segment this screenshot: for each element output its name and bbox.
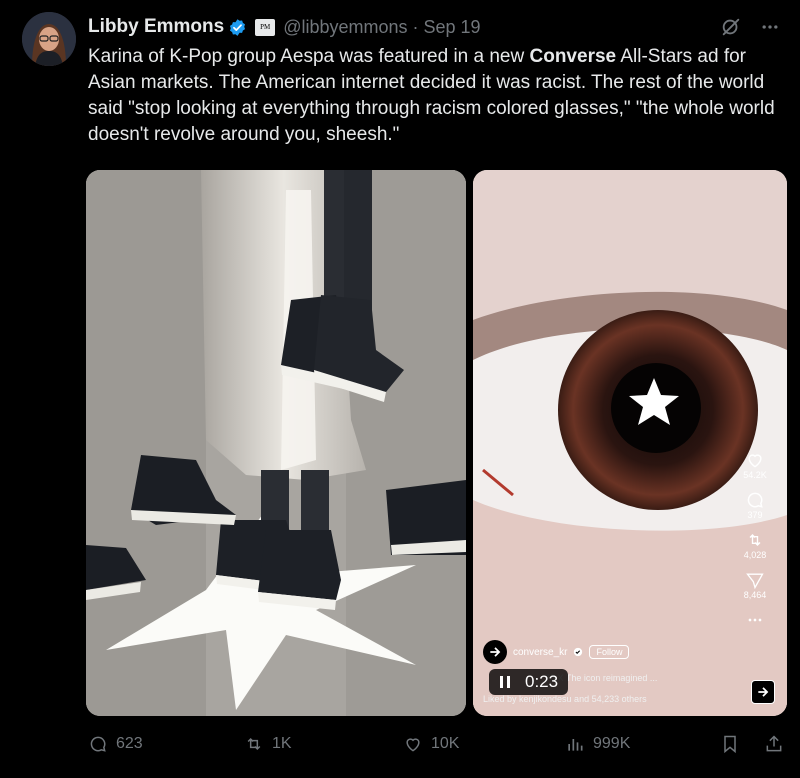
video-liked-by: Liked by kenjikondesu and 54,233 others <box>483 694 647 704</box>
verified-badge-icon <box>230 18 246 36</box>
eye-video-frame <box>473 170 787 716</box>
repost-button[interactable]: 1K <box>244 734 292 754</box>
tweet-text-part: Karina of K-Pop group Aespa was featured… <box>88 46 530 67</box>
author-name[interactable]: Libby Emmons <box>88 16 224 38</box>
video-share-count: 4,028 <box>743 550 767 560</box>
reply-count: 623 <box>116 735 143 752</box>
share-icon <box>766 735 782 752</box>
heart-icon <box>748 454 762 468</box>
account-verified-icon <box>574 647 583 657</box>
video-send-count: 8,464 <box>743 590 767 600</box>
video-like-count: 54.2K <box>743 470 767 480</box>
video-account: converse_kr Follow <box>483 640 630 664</box>
video-account-name[interactable]: converse_kr <box>513 647 567 658</box>
views-chart-icon <box>568 739 583 751</box>
bookmark-button[interactable] <box>720 734 740 754</box>
reply-button[interactable]: 623 <box>88 734 143 754</box>
tweet-actions: 623 1K 10K 999K <box>88 734 788 760</box>
comment-icon <box>747 492 763 508</box>
tweet-text-bold: Converse <box>529 46 617 67</box>
repost-icon <box>247 737 261 751</box>
converse-logo-icon[interactable] <box>483 640 507 664</box>
affiliate-badge[interactable]: PM <box>255 18 276 36</box>
video-follow-button[interactable]: Follow <box>589 645 630 659</box>
tweet-header: Libby Emmons PM @libbyemmons · Sep 19 <box>88 14 780 40</box>
tweet-text: Karina of K-Pop group Aespa was featured… <box>88 44 788 148</box>
video-share[interactable]: 4,028 <box>743 530 767 560</box>
video-playback-control[interactable]: 0:23 <box>489 669 569 695</box>
pause-icon[interactable] <box>499 675 511 689</box>
grok-icon[interactable] <box>720 16 742 38</box>
video-expand-icon[interactable] <box>751 680 775 704</box>
media-image-sneakers[interactable] <box>86 170 466 716</box>
like-count: 10K <box>431 735 460 752</box>
repost-count: 1K <box>272 735 292 752</box>
send-icon <box>746 573 764 590</box>
author-handle[interactable]: @libbyemmons <box>283 17 407 38</box>
video-like[interactable]: 54.2K <box>743 450 767 480</box>
like-button[interactable]: 10K <box>403 734 459 754</box>
avatar[interactable] <box>22 12 76 66</box>
heart-icon <box>406 738 420 752</box>
media-video-eye[interactable]: 54.2K 379 4,028 8,464 converse_kr Follow… <box>473 170 787 716</box>
video-time: 0:23 <box>525 672 559 691</box>
avatar-portrait <box>22 12 76 66</box>
post-date[interactable]: Sep 19 <box>424 17 481 38</box>
video-comment-count: 379 <box>747 510 763 520</box>
reply-icon <box>90 736 106 752</box>
views-count: 999K <box>593 735 631 752</box>
video-more[interactable] <box>745 610 765 630</box>
bookmark-icon <box>724 735 736 754</box>
repost-icon <box>749 534 761 546</box>
sneakers-photo <box>86 170 466 716</box>
views-button[interactable]: 999K <box>565 734 630 754</box>
more-options-icon[interactable] <box>760 17 780 37</box>
video-overlay-actions: 54.2K 379 4,028 8,464 <box>733 450 777 630</box>
separator: · <box>412 16 419 37</box>
video-send[interactable]: 8,464 <box>743 570 767 600</box>
more-dots-icon <box>748 618 762 622</box>
video-comment[interactable]: 379 <box>745 490 765 520</box>
share-button[interactable] <box>764 734 784 754</box>
